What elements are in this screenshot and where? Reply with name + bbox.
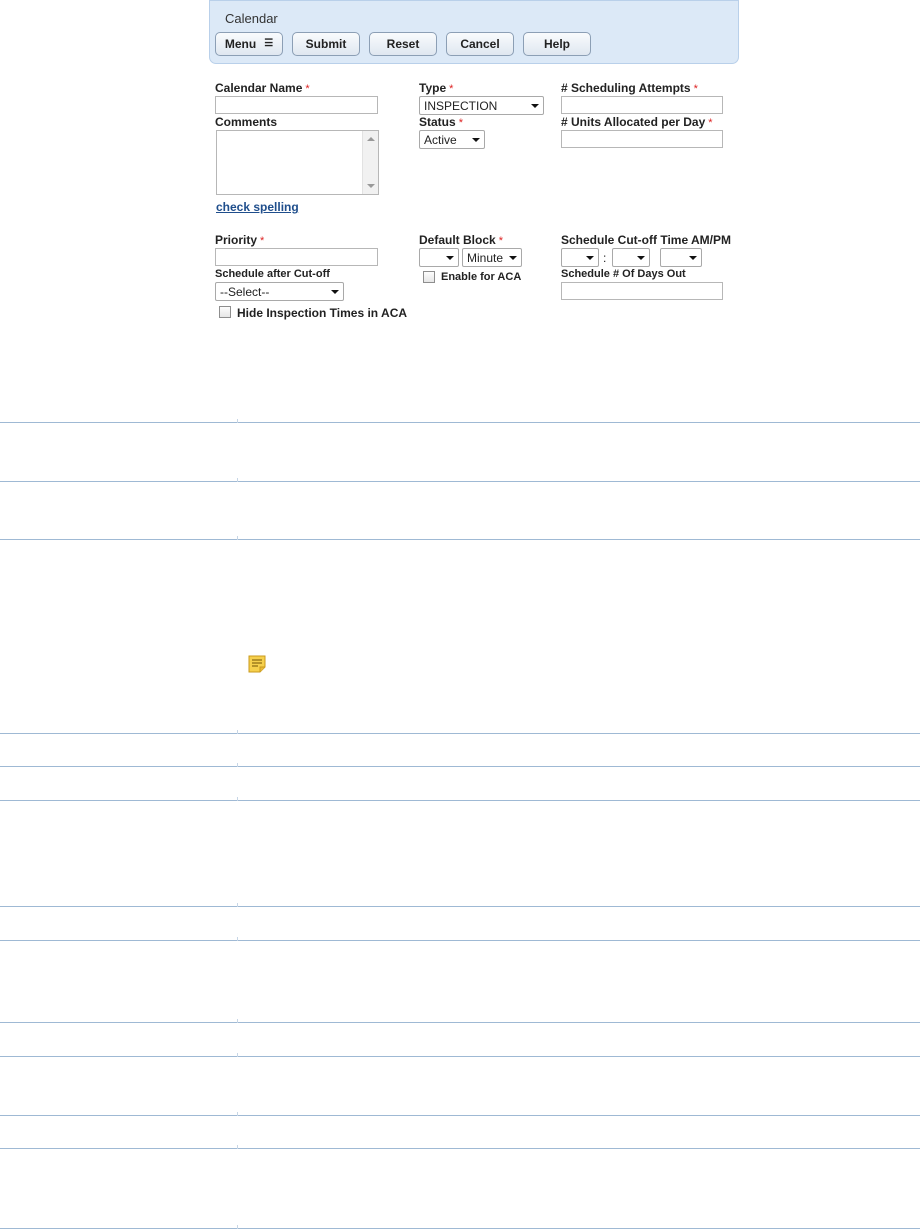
check-spelling-link[interactable]: check spelling — [216, 200, 299, 214]
schedule-days-out-label: Schedule # Of Days Out — [561, 268, 686, 280]
cutoff-hour-select[interactable] — [561, 248, 599, 267]
schedule-days-out-input[interactable] — [561, 282, 723, 300]
chevron-down-icon — [637, 256, 645, 260]
schedule-after-cutoff-label: Schedule after Cut-off — [215, 268, 330, 280]
section-divider — [0, 763, 920, 767]
priority-label: Priority * — [215, 233, 265, 247]
section-divider — [0, 1112, 920, 1116]
type-select[interactable]: INSPECTION — [419, 96, 544, 115]
chevron-down-icon — [689, 256, 697, 260]
default-block-unit-select[interactable]: Minute — [462, 248, 522, 267]
reset-button[interactable]: Reset — [369, 32, 437, 56]
schedule-after-cutoff-value: --Select-- — [220, 284, 270, 299]
scheduling-attempts-label: # Scheduling Attempts * — [561, 81, 698, 95]
menu-button[interactable]: Menu ☰ — [215, 32, 283, 56]
section-divider — [0, 1145, 920, 1149]
note-icon[interactable] — [248, 655, 266, 673]
cutoff-minute-select[interactable] — [612, 248, 650, 267]
default-block-label: Default Block * — [419, 233, 503, 247]
type-select-value: INSPECTION — [424, 98, 498, 113]
chevron-down-icon — [446, 256, 454, 260]
chevron-down-icon — [586, 256, 594, 260]
section-divider — [0, 730, 920, 734]
units-allocated-label: # Units Allocated per Day * — [561, 115, 713, 129]
calendar-name-input[interactable] — [215, 96, 378, 114]
section-divider — [0, 1019, 920, 1023]
status-label: Status * — [419, 115, 463, 129]
enable-for-aca-label: Enable for ACA — [441, 271, 522, 283]
chevron-down-icon — [509, 256, 517, 260]
section-divider — [0, 937, 920, 941]
type-label: Type * — [419, 81, 454, 95]
chevron-down-icon — [331, 290, 339, 294]
scheduling-attempts-input[interactable] — [561, 96, 723, 114]
menu-lines-icon: ☰ — [264, 38, 274, 49]
comments-label: Comments — [215, 115, 278, 129]
section-divider — [0, 536, 920, 540]
cancel-button[interactable]: Cancel — [446, 32, 514, 56]
calendar-toolbar-panel: Calendar Menu ☰ Submit Reset Cancel Help — [209, 0, 739, 64]
section-divider — [0, 1225, 920, 1229]
time-separator: : — [603, 251, 607, 265]
default-block-unit: Minute — [467, 250, 504, 265]
chevron-down-icon — [531, 104, 539, 108]
section-divider — [0, 903, 920, 907]
schedule-after-cutoff-select[interactable]: --Select-- — [215, 282, 344, 301]
panel-title: Calendar — [225, 11, 278, 26]
priority-input[interactable] — [215, 248, 378, 266]
section-divider — [0, 478, 920, 482]
units-allocated-input[interactable] — [561, 130, 723, 148]
scroll-up-icon[interactable] — [367, 137, 375, 141]
calendar-name-label: Calendar Name * — [215, 81, 310, 95]
status-select[interactable]: Active — [419, 130, 485, 149]
enable-for-aca-checkbox[interactable] — [423, 271, 435, 283]
cutoff-ampm-select[interactable] — [660, 248, 702, 267]
section-divider — [0, 419, 920, 423]
scroll-down-icon[interactable] — [367, 184, 375, 188]
schedule-cutoff-time-label: Schedule Cut-off Time AM/PM — [561, 233, 732, 247]
status-select-value: Active — [424, 132, 457, 147]
menu-button-label: Menu — [224, 37, 257, 51]
comments-scrollbar[interactable] — [362, 131, 378, 194]
hide-inspection-times-label: Hide Inspection Times in ACA — [237, 306, 408, 320]
section-divider — [0, 797, 920, 801]
default-block-value-select[interactable] — [419, 248, 459, 267]
hide-inspection-times-checkbox[interactable] — [219, 306, 231, 318]
help-button[interactable]: Help — [523, 32, 591, 56]
section-divider — [0, 1053, 920, 1057]
chevron-down-icon — [472, 138, 480, 142]
submit-button[interactable]: Submit — [292, 32, 360, 56]
comments-textarea[interactable] — [216, 130, 379, 195]
